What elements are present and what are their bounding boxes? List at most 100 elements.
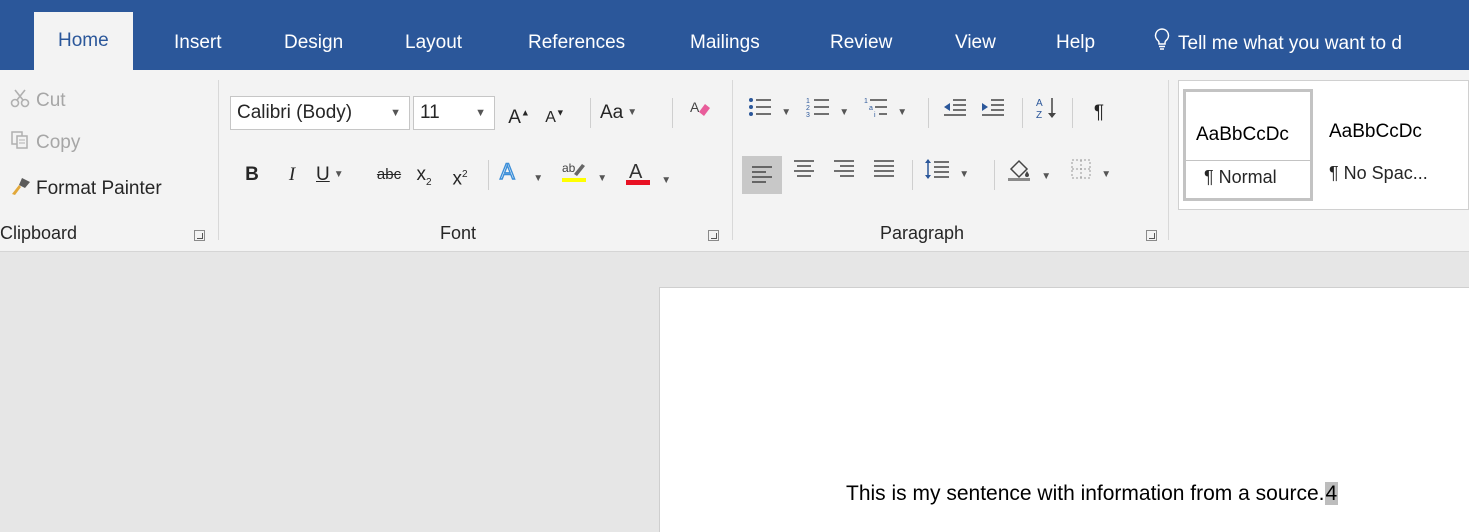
- chevron-down-icon: ▼: [390, 107, 401, 119]
- separator: [672, 98, 673, 128]
- chevron-down-icon: ▼: [333, 169, 344, 180]
- format-painter-button[interactable]: Format Painter: [10, 176, 162, 202]
- tab-mailings[interactable]: Mailings: [690, 28, 760, 70]
- change-case-label: Aa: [600, 102, 624, 124]
- svg-text:1: 1: [806, 98, 810, 105]
- bold-button[interactable]: B: [240, 158, 264, 192]
- superscript-button[interactable]: x2: [446, 158, 474, 192]
- footnote-reference[interactable]: 4: [1324, 482, 1339, 505]
- eraser-icon: A: [689, 99, 711, 123]
- sort-button[interactable]: AZ: [1030, 96, 1064, 130]
- underline-label: U: [316, 164, 330, 186]
- svg-text:A: A: [629, 161, 643, 183]
- font-color-button[interactable]: A ▼: [624, 158, 682, 192]
- tell-me-search[interactable]: Tell me what you want to d: [1154, 28, 1402, 60]
- document-page[interactable]: This is my sentence with information fro…: [659, 287, 1469, 532]
- align-left-button[interactable]: [742, 156, 782, 194]
- subscript-label: x: [416, 164, 426, 185]
- svg-text:ab: ab: [562, 161, 576, 175]
- chevron-down-icon: ▼: [897, 107, 908, 118]
- clear-formatting-button[interactable]: A: [684, 96, 716, 130]
- svg-text:a: a: [869, 105, 873, 112]
- highlight-color-button[interactable]: ab ▼: [560, 158, 616, 192]
- shading-button[interactable]: ▼: [1006, 158, 1062, 192]
- separator: [1072, 98, 1073, 128]
- separator: [912, 160, 913, 190]
- align-right-icon: [832, 160, 856, 185]
- line-spacing-button[interactable]: ▼: [924, 158, 980, 192]
- bullets-button[interactable]: ▼: [748, 96, 800, 130]
- underline-button[interactable]: U ▼: [316, 158, 372, 192]
- grow-font-button[interactable]: A▲: [504, 96, 534, 130]
- grow-font-icon: A▲: [508, 107, 530, 129]
- paragraph-dialog-launcher[interactable]: [1146, 230, 1157, 241]
- svg-text:Z: Z: [1036, 110, 1042, 120]
- numbered-list-icon: 123: [806, 98, 835, 123]
- decrease-indent-button[interactable]: [938, 96, 972, 130]
- svg-text:A: A: [500, 159, 515, 184]
- font-group-label: Font: [440, 223, 477, 243]
- tab-home[interactable]: Home: [34, 12, 133, 70]
- svg-text:3: 3: [806, 112, 810, 118]
- chevron-down-icon: ▼: [597, 172, 608, 184]
- align-right-button[interactable]: [826, 158, 862, 192]
- separator: [994, 160, 995, 190]
- italic-button[interactable]: I: [280, 158, 304, 192]
- tab-insert[interactable]: Insert: [174, 28, 222, 70]
- tab-review[interactable]: Review: [830, 28, 892, 70]
- align-center-button[interactable]: [786, 158, 822, 192]
- separator: [488, 160, 489, 190]
- show-formatting-marks-button[interactable]: ¶: [1082, 96, 1116, 130]
- tab-view[interactable]: View: [955, 28, 996, 70]
- chevron-down-icon: ▼: [661, 174, 672, 186]
- tab-layout[interactable]: Layout: [405, 28, 462, 70]
- tab-design[interactable]: Design: [284, 28, 343, 70]
- style-normal[interactable]: AaBbCcDc ¶ Normal: [1183, 89, 1313, 201]
- group-separator: [218, 80, 219, 240]
- styles-gallery: AaBbCcDc ¶ Normal AaBbCcDc ¶ No Spac...: [1178, 80, 1469, 210]
- copy-button[interactable]: Copy: [10, 130, 80, 156]
- sentence-text: This is my sentence with information fro…: [846, 482, 1325, 505]
- copy-icon: [10, 130, 32, 156]
- justify-button[interactable]: [866, 158, 902, 192]
- style-no-spacing[interactable]: AaBbCcDc ¶ No Spac...: [1319, 89, 1449, 201]
- text-effects-button[interactable]: A ▼: [498, 158, 552, 192]
- paragraph-group-label: Paragraph: [880, 223, 965, 243]
- strikethrough-button[interactable]: abc: [372, 158, 406, 192]
- change-case-button[interactable]: Aa ▼: [600, 96, 664, 130]
- increase-indent-icon: [981, 99, 1005, 123]
- font-size-value: 11: [420, 102, 440, 123]
- chevron-down-icon: ▼: [781, 107, 792, 118]
- clipboard-group-label: Clipboard: [0, 223, 78, 243]
- clipboard-dialog-launcher[interactable]: [194, 230, 205, 241]
- bullet-list-icon: [748, 98, 777, 123]
- cut-label: Cut: [36, 90, 66, 112]
- ribbon-home: Cut Copy Format Painter Clipboard Calibr…: [0, 70, 1469, 252]
- style-sample-text: AaBbCcDc: [1329, 121, 1422, 142]
- tab-help[interactable]: Help: [1056, 28, 1095, 70]
- numbering-button[interactable]: 123 ▼: [806, 96, 858, 130]
- cut-button[interactable]: Cut: [10, 88, 66, 114]
- tell-me-text: Tell me what you want to d: [1178, 33, 1402, 55]
- document-paragraph[interactable]: This is my sentence with information fro…: [846, 482, 1339, 506]
- chevron-down-icon: ▼: [627, 107, 638, 118]
- paint-bucket-icon: [1006, 159, 1037, 187]
- font-dialog-launcher[interactable]: [708, 230, 719, 241]
- subscript-button[interactable]: x2: [410, 158, 438, 192]
- tab-references[interactable]: References: [528, 28, 625, 70]
- separator: [590, 98, 591, 128]
- font-size-combo[interactable]: 11 ▼: [413, 96, 495, 130]
- shrink-font-icon: A▼: [545, 108, 565, 127]
- svg-text:A: A: [690, 99, 700, 115]
- increase-indent-button[interactable]: [976, 96, 1010, 130]
- decrease-indent-icon: [943, 99, 967, 123]
- highlighter-icon: ab: [560, 161, 593, 189]
- shrink-font-button[interactable]: A▼: [540, 96, 570, 130]
- separator: [928, 98, 929, 128]
- pilcrow-icon: ¶: [1093, 102, 1105, 123]
- svg-text:i: i: [874, 112, 876, 118]
- borders-button[interactable]: ▼: [1070, 158, 1126, 192]
- font-name-combo[interactable]: Calibri (Body) ▼: [230, 96, 410, 130]
- multilevel-list-button[interactable]: 1ai ▼: [864, 96, 916, 130]
- svg-text:2: 2: [806, 105, 810, 112]
